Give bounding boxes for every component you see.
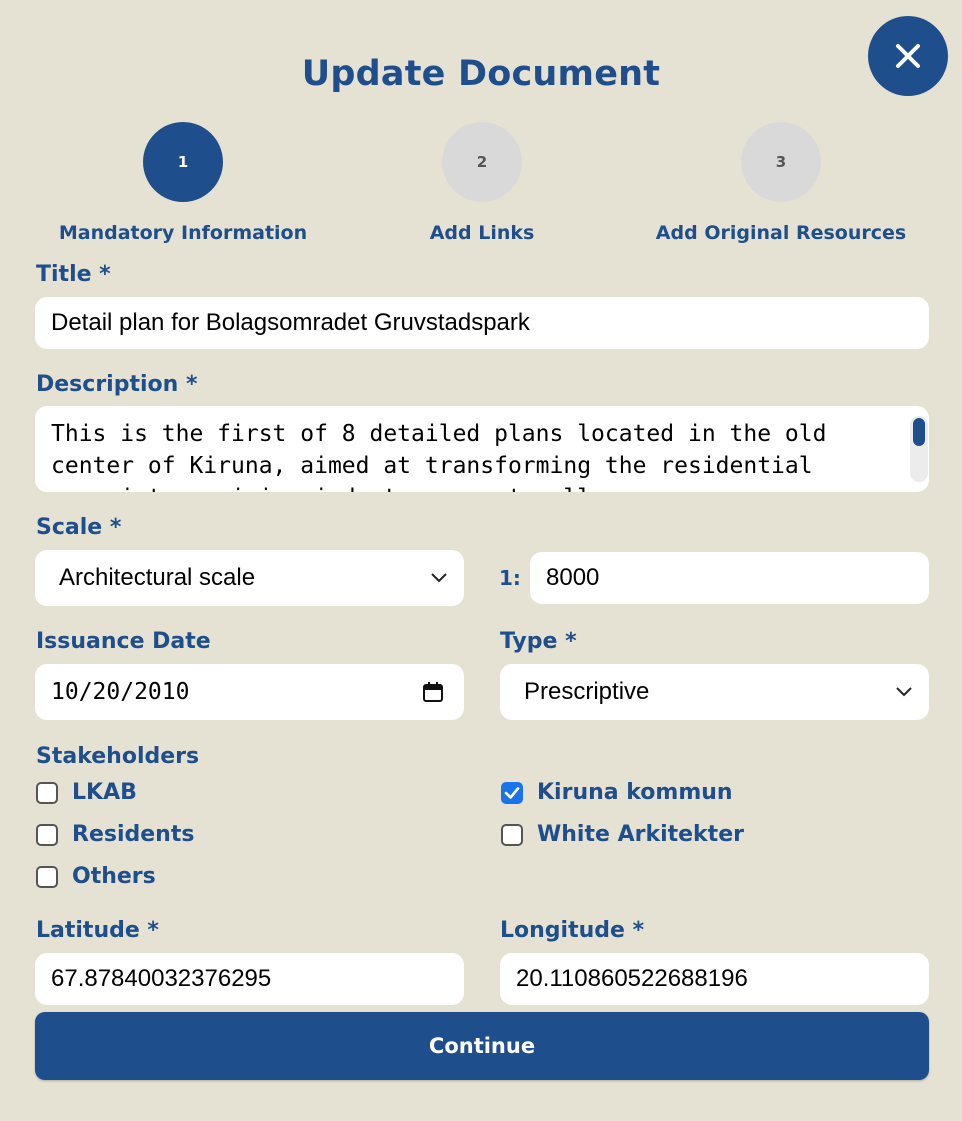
description-textarea[interactable]: This is the first of 8 detailed plans lo… (35, 406, 929, 492)
scale-ratio-value: 8000 (546, 564, 600, 591)
step-add-original-resources[interactable]: 3 Add Original Resources (631, 122, 931, 244)
scrollbar-thumb[interactable] (913, 418, 925, 446)
checkbox-label: Residents (72, 822, 195, 847)
step-label: Add Links (429, 222, 535, 244)
step-number: 3 (741, 122, 821, 202)
step-add-links[interactable]: 2 Add Links (332, 122, 632, 244)
stakeholder-others-checkbox[interactable]: Others (36, 864, 156, 889)
stakeholder-lkab-checkbox[interactable]: LKAB (36, 780, 137, 805)
dialog-title: Update Document (301, 54, 661, 94)
checkbox-label: White Arkitekter (537, 822, 744, 847)
checkbox-box[interactable] (36, 781, 58, 804)
checkbox-box[interactable] (501, 823, 523, 846)
step-number: 1 (143, 122, 223, 202)
description-value: This is the first of 8 detailed plans lo… (51, 421, 827, 492)
type-selected-value: Prescriptive (524, 678, 650, 705)
checkbox-box[interactable] (501, 781, 523, 804)
latitude-value: 67.87840032376295 (51, 965, 272, 992)
checkbox-box[interactable] (36, 823, 58, 846)
stakeholder-white-arkitekter-checkbox[interactable]: White Arkitekter (501, 822, 744, 847)
scale-label: Scale * (36, 515, 122, 540)
calendar-icon[interactable] (422, 681, 444, 703)
checkmark-icon (504, 786, 520, 799)
scale-ratio-input[interactable]: 8000 (530, 552, 929, 604)
issuance-date-label: Issuance Date (36, 629, 211, 654)
scale-selected-value: Architectural scale (59, 564, 256, 591)
continue-button[interactable]: Continue (35, 1012, 929, 1080)
title-value: Detail plan for Bolagsomradet Gruvstadsp… (51, 309, 530, 336)
longitude-input[interactable]: 20.110860522688196 (500, 953, 929, 1005)
latitude-input[interactable]: 67.87840032376295 (35, 953, 464, 1005)
stakeholder-residents-checkbox[interactable]: Residents (36, 822, 194, 847)
step-number: 2 (442, 122, 522, 202)
stakeholders-label: Stakeholders (36, 744, 200, 769)
step-label: Mandatory Information (58, 222, 308, 244)
scale-ratio-prefix: 1: (499, 566, 521, 590)
latitude-label: Latitude * (36, 918, 159, 943)
checkbox-label: Kiruna kommun (537, 780, 733, 805)
title-label: Title * (36, 262, 111, 287)
chevron-down-icon (896, 687, 912, 697)
checkbox-box[interactable] (36, 865, 58, 888)
scale-select[interactable]: Architectural scale (35, 550, 464, 606)
step-mandatory-information[interactable]: 1 Mandatory Information (33, 122, 333, 244)
title-input[interactable]: Detail plan for Bolagsomradet Gruvstadsp… (35, 297, 929, 349)
issuance-date-value: 10/20/2010 (51, 679, 190, 705)
chevron-down-icon (431, 573, 447, 583)
longitude-value: 20.110860522688196 (516, 965, 748, 992)
description-label: Description * (36, 372, 198, 397)
checkbox-label: Others (72, 864, 156, 889)
type-label: Type * (500, 629, 577, 654)
description-scrollbar[interactable] (910, 416, 928, 482)
step-label: Add Original Resources (655, 222, 907, 244)
stakeholder-kiruna-kommun-checkbox[interactable]: Kiruna kommun (501, 780, 733, 805)
type-select[interactable]: Prescriptive (500, 664, 929, 720)
checkbox-label: LKAB (72, 780, 137, 805)
longitude-label: Longitude * (500, 918, 645, 943)
issuance-date-input[interactable]: 10/20/2010 (35, 664, 464, 720)
